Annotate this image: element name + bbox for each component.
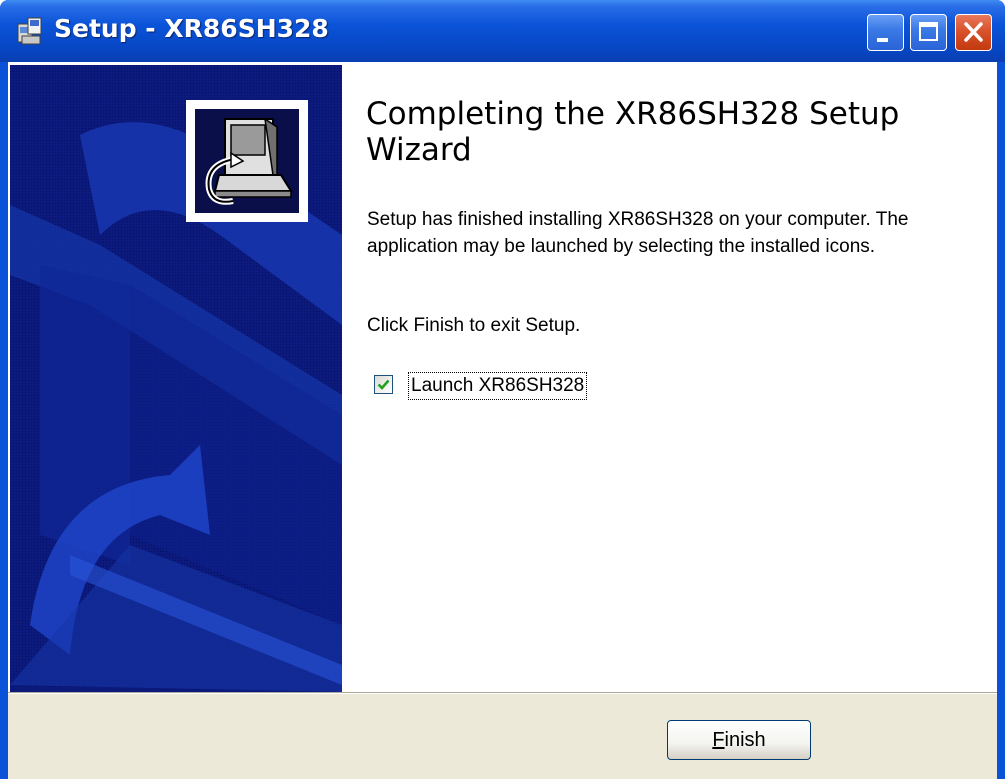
wizard-footer: Finish [8, 692, 997, 779]
page-title: Completing the XR86SH328 Setup Wizard [366, 96, 900, 168]
wizard-logo-frame [186, 100, 308, 222]
finish-button-mnemonic: F [712, 728, 725, 751]
finish-hint: Click Finish to exit Setup. [367, 315, 581, 336]
checkmark-icon [377, 379, 390, 390]
completion-description: Setup has finished installing XR86SH328 … [367, 209, 909, 257]
finish-button-label: inish [724, 728, 766, 751]
minimize-icon [877, 38, 888, 42]
wizard-client-area: Completing the XR86SH328 Setup Wizard Se… [8, 62, 997, 779]
close-button[interactable] [955, 14, 992, 51]
title-bar[interactable]: Setup - XR86SH328 [0, 0, 1005, 62]
computer-install-icon [195, 109, 299, 213]
maximize-icon [919, 22, 938, 41]
footer-divider [8, 693, 997, 694]
close-icon [964, 22, 983, 42]
setup-window: Setup - XR86SH328 Completing the XR86SH3… [0, 0, 1005, 779]
wizard-side-image [10, 65, 342, 692]
setup-icon[interactable] [16, 16, 44, 46]
maximize-button[interactable] [910, 14, 947, 51]
launch-checkbox-label[interactable]: Launch XR86SH328 [408, 372, 588, 400]
window-title: Setup - XR86SH328 [54, 14, 329, 43]
minimize-button[interactable] [867, 14, 904, 51]
launch-checkbox[interactable] [374, 375, 393, 394]
finish-button[interactable]: Finish [667, 720, 811, 760]
